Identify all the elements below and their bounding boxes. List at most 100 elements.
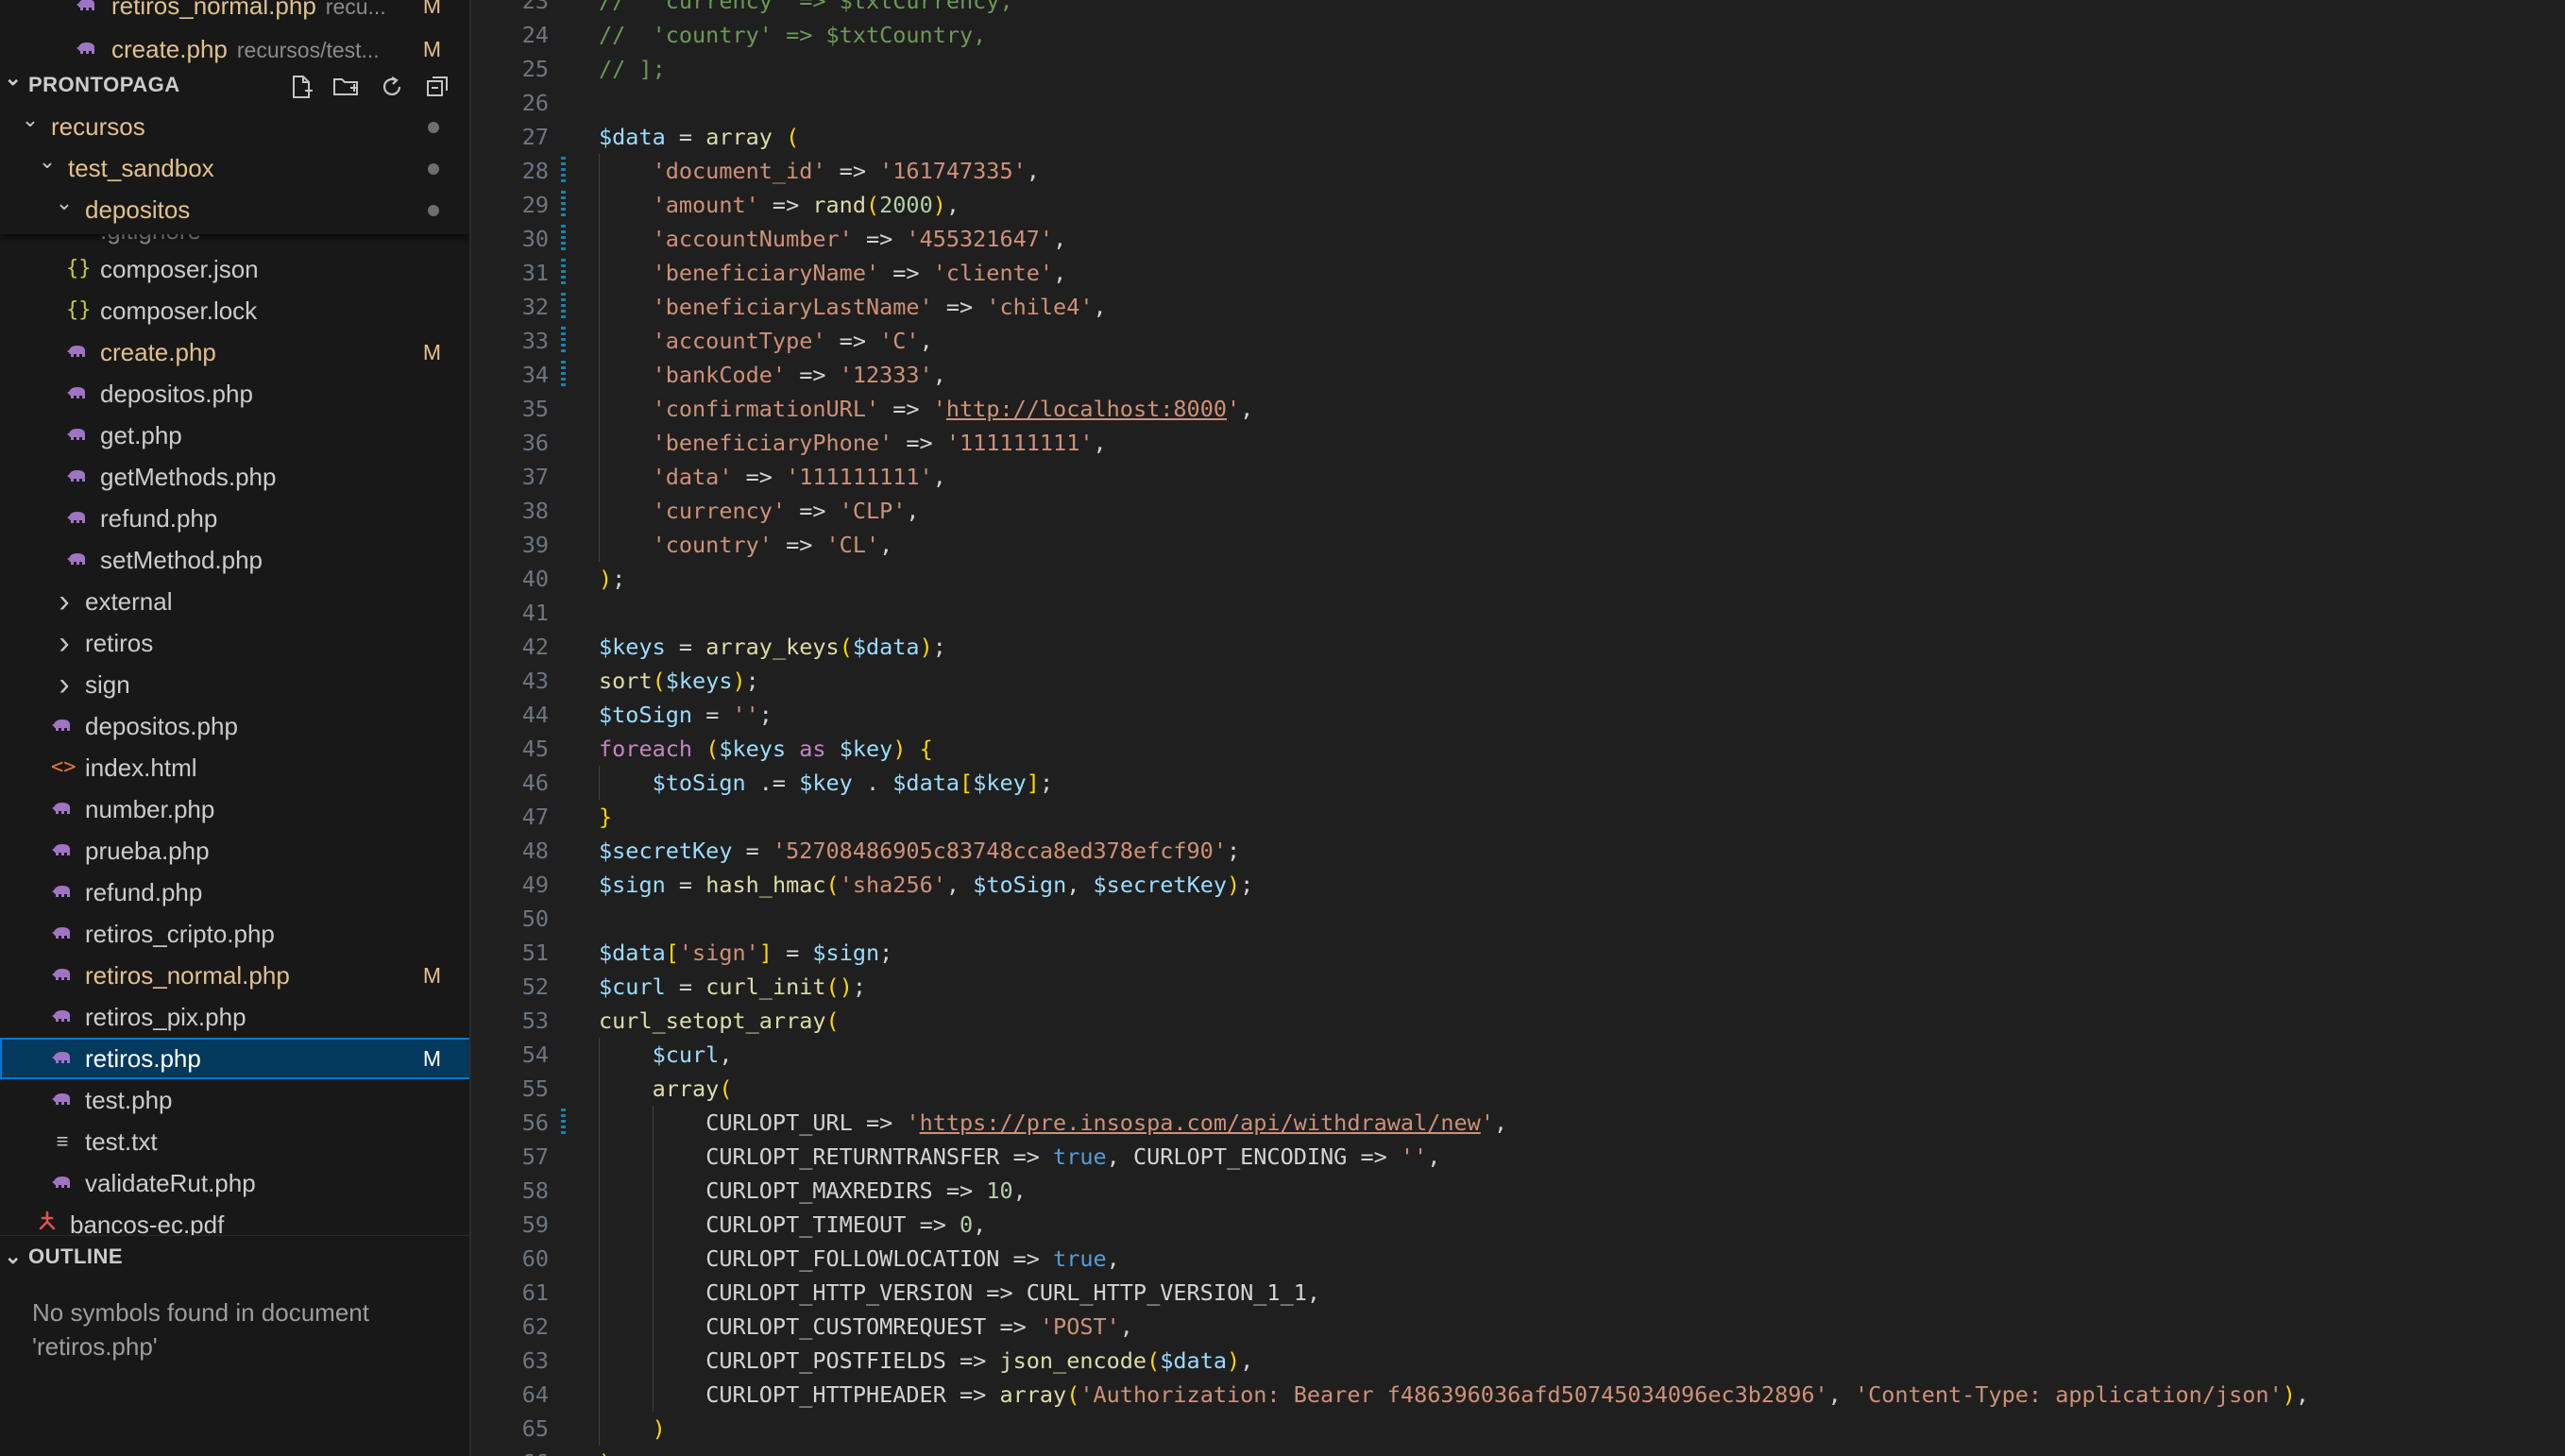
folder-sign[interactable]: › sign [0, 664, 469, 705]
php-icon [51, 1162, 74, 1204]
new-file-icon[interactable] [282, 64, 320, 106]
code-line[interactable]: 25 // ]; [473, 52, 2565, 86]
line-number: 37 [521, 464, 549, 490]
code-text: $secretKey = '52708486905c83748cca8ed378… [599, 838, 1241, 864]
folder-label: sign [85, 670, 130, 699]
code-line[interactable]: 46 $toSign .= $key . $data[$key]; [473, 766, 2565, 800]
file-composer-json[interactable]: {} composer.json [0, 248, 469, 290]
file-retiros_pix-php[interactable]: retiros_pix.php [0, 996, 469, 1038]
refresh-icon[interactable] [373, 64, 411, 106]
file-depositos-php[interactable]: depositos.php [0, 705, 469, 747]
file-getmethods-php[interactable]: getMethods.php [0, 456, 469, 498]
folder-external[interactable]: › external [0, 581, 469, 622]
code-line[interactable]: 50 [473, 902, 2565, 936]
line-number: 50 [521, 906, 549, 932]
code-line[interactable]: 48 $secretKey = '52708486905c83748cca8ed3… [473, 834, 2565, 868]
file-label: refund.php [85, 878, 203, 906]
json-icon: {} [66, 298, 92, 322]
code-text: $data = array ( [599, 124, 800, 150]
code-line[interactable]: 62 CURLOPT_CUSTOMREQUEST => 'POST', [473, 1310, 2565, 1344]
code-line[interactable]: 33 'accountType' => 'C', [473, 324, 2565, 358]
file-refund-php[interactable]: refund.php [0, 872, 469, 913]
code-line[interactable]: 59 CURLOPT_TIMEOUT => 0, [473, 1208, 2565, 1242]
code-line[interactable]: 52 $curl = curl_init(); [473, 970, 2565, 1004]
php-icon [66, 331, 89, 373]
code-line[interactable]: 35 'confirmationURL' => 'http://localhos… [473, 392, 2565, 426]
code-line[interactable]: 23 // 'currency' => $txtCurrency, [473, 0, 2565, 18]
code-line[interactable]: 26 [473, 86, 2565, 120]
folder-retiros[interactable]: › retiros [0, 622, 469, 664]
code-line[interactable]: 36 'beneficiaryPhone' => '111111111', [473, 426, 2565, 460]
code-line[interactable]: 66); [473, 1446, 2565, 1456]
code-line[interactable]: 57 CURLOPT_RETURNTRANSFER => true, CURLO… [473, 1140, 2565, 1174]
code-line[interactable]: 60 CURLOPT_FOLLOWLOCATION => true, [473, 1242, 2565, 1276]
code-line[interactable]: 53 curl_setopt_array( [473, 1004, 2565, 1038]
code-text: $keys = array_keys($data); [599, 634, 946, 660]
line-number: 27 [521, 124, 549, 150]
code-line[interactable]: 43 sort($keys); [473, 664, 2565, 698]
code-line[interactable]: 61 CURLOPT_HTTP_VERSION => CURL_HTTP_VER… [473, 1276, 2565, 1310]
file-composer-lock[interactable]: {} composer.lock [0, 290, 469, 331]
code-line[interactable]: 64 CURLOPT_HTTPHEADER => array('Authoriz… [473, 1378, 2565, 1412]
file-label: prueba.php [85, 837, 210, 865]
code-line[interactable]: 32 'beneficiaryLastName' => 'chile4', [473, 290, 2565, 324]
file-label: retiros.php [85, 1044, 201, 1073]
code-editor[interactable]: 23 // 'currency' => $txtCurrency, 24 // 'co… [473, 0, 2565, 1456]
file-get-php[interactable]: get.php [0, 415, 469, 456]
file-index-html[interactable]: <> index.html [0, 747, 469, 788]
code-text: } [599, 804, 613, 830]
code-line[interactable]: 34 'bankCode' => '12333', [473, 358, 2565, 392]
code-line[interactable]: 38 'currency' => 'CLP', [473, 494, 2565, 528]
code-text: CURLOPT_TIMEOUT => 0, [705, 1211, 987, 1238]
collapse-all-icon[interactable] [418, 64, 456, 106]
code-line[interactable]: 27 $data = array ( [473, 120, 2565, 154]
code-text: 'accountNumber' => '455321647', [652, 226, 1067, 252]
line-number: 31 [521, 260, 549, 286]
file-prueba-php[interactable]: prueba.php [0, 830, 469, 872]
code-line[interactable]: 39 'country' => 'CL', [473, 528, 2565, 562]
code-line[interactable]: 55 array( [473, 1072, 2565, 1106]
code-line[interactable]: 45 foreach ($keys as $key) { [473, 732, 2565, 766]
line-number: 26 [521, 90, 549, 116]
file-number-php[interactable]: number.php [0, 788, 469, 830]
code-line[interactable]: 28 'document_id' => '161747335', [473, 154, 2565, 188]
file-retiros_normal-php[interactable]: retiros_normal.php M [0, 955, 469, 996]
file-test-php[interactable]: test.php [0, 1079, 469, 1121]
new-folder-icon[interactable] [328, 64, 365, 106]
file-test-txt[interactable]: ≡ test.txt [0, 1121, 469, 1162]
open-editor-0[interactable]: retiros_normal.php recu... M [0, 0, 469, 26]
code-line[interactable]: 42 $keys = array_keys($data); [473, 630, 2565, 664]
code-line[interactable]: 44 $toSign = ''; [473, 698, 2565, 732]
file-retiros-php[interactable]: retiros.php M [0, 1038, 469, 1079]
file-create-php[interactable]: create.php M [0, 331, 469, 373]
code-line[interactable]: 40); [473, 562, 2565, 596]
code-line[interactable]: 29 'amount' => rand(2000), [473, 188, 2565, 222]
file-refund-php[interactable]: refund.php [0, 498, 469, 539]
code-line[interactable]: 31 'beneficiaryName' => 'cliente', [473, 256, 2565, 290]
code-line[interactable]: 58 CURLOPT_MAXREDIRS => 10, [473, 1174, 2565, 1208]
code-line[interactable]: 24 // 'country' => $txtCountry, [473, 18, 2565, 52]
file-setmethod-php[interactable]: setMethod.php [0, 539, 469, 581]
code-line[interactable]: 41 [473, 596, 2565, 630]
code-line[interactable]: 37 'data' => '111111111', [473, 460, 2565, 494]
line-number: 42 [521, 634, 549, 660]
chevron-right-icon: › [59, 667, 70, 703]
code-line[interactable]: 65 ) [473, 1412, 2565, 1446]
outline-section-header[interactable]: ⌄ OUTLINE [0, 1235, 469, 1277]
open-editor-path: recursos/test... [236, 38, 380, 62]
code-line[interactable]: 51 $data['sign'] = $sign; [473, 936, 2565, 970]
file-depositos-php[interactable]: depositos.php [0, 373, 469, 415]
folder-recursos[interactable]: ⌄ recursos [0, 106, 469, 147]
project-section-header[interactable]: ⌄ PRONTOPAGA [0, 64, 469, 106]
file-validaterut-php[interactable]: validateRut.php [0, 1162, 469, 1204]
folder-depositos[interactable]: ⌄ depositos [0, 189, 469, 230]
code-line[interactable]: 30 'accountNumber' => '455321647', [473, 222, 2565, 256]
code-line[interactable]: 63 CURLOPT_POSTFIELDS => json_encode($da… [473, 1344, 2565, 1378]
code-line[interactable]: 56 CURLOPT_URL => 'https://pre.insospa.c… [473, 1106, 2565, 1140]
code-line[interactable]: 47} [473, 800, 2565, 834]
php-icon [66, 539, 89, 581]
code-line[interactable]: 54 $curl, [473, 1038, 2565, 1072]
folder-test-sandbox[interactable]: ⌄ test_sandbox [0, 147, 469, 189]
file-retiros_cripto-php[interactable]: retiros_cripto.php [0, 913, 469, 955]
code-line[interactable]: 49 $sign = hash_hmac('sha256', $toSign, $… [473, 868, 2565, 902]
